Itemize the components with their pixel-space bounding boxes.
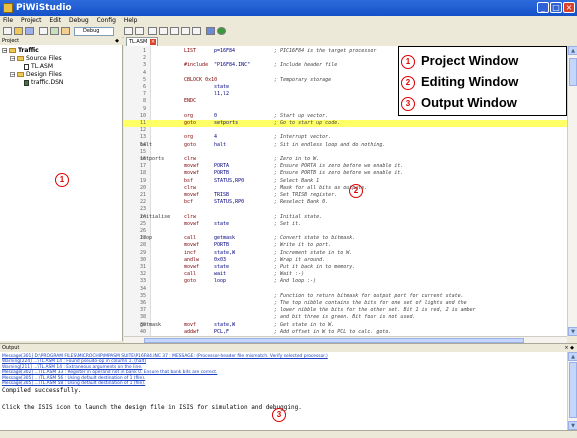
title-bar: PiWiStudio _ □ × bbox=[0, 0, 577, 16]
marker-output: 3 bbox=[272, 408, 286, 422]
file-icon bbox=[24, 63, 29, 70]
output-panel: Message[301] D:\PROGRAM FILES\MICROCHIP\… bbox=[0, 352, 567, 430]
tab-close-icon[interactable]: × bbox=[150, 39, 156, 45]
close-output-icon[interactable]: × ◆ bbox=[564, 344, 574, 352]
menu-config[interactable]: Config bbox=[94, 17, 119, 24]
pin-icon[interactable]: ◆ bbox=[115, 37, 119, 45]
tree-item-source-files[interactable]: − Source Files bbox=[10, 55, 62, 62]
design-file-icon bbox=[24, 79, 29, 86]
config-select[interactable]: Debug bbox=[74, 27, 114, 36]
cut-icon[interactable] bbox=[170, 27, 179, 35]
rebuild-icon[interactable] bbox=[50, 27, 59, 35]
editor-vertical-scrollbar[interactable]: ▲ ▼ bbox=[567, 46, 577, 336]
code-comment: ; Add offset in W to PCL to calc. goto. bbox=[274, 328, 392, 335]
folder-icon bbox=[17, 72, 24, 77]
redo-icon[interactable] bbox=[159, 27, 168, 35]
maximize-button[interactable]: □ bbox=[550, 2, 562, 13]
project-panel-title: Project bbox=[2, 38, 20, 44]
scroll-up-icon[interactable]: ▲ bbox=[568, 46, 577, 55]
line-number: 40 bbox=[139, 328, 146, 335]
open-folder-icon[interactable] bbox=[14, 27, 23, 35]
output-panel-title: Output bbox=[2, 345, 20, 351]
new-file-icon[interactable] bbox=[3, 27, 12, 35]
project-panel: − Traffic − Source Files TL.ASM − Design Fi… bbox=[0, 45, 123, 341]
scroll-down-icon[interactable]: ▼ bbox=[568, 421, 577, 430]
help-icon[interactable] bbox=[217, 27, 226, 35]
code-operands: PCL,F bbox=[214, 328, 230, 335]
legend-output-window: 3 Output Window bbox=[401, 94, 517, 112]
tree-item-traffic[interactable]: − Traffic bbox=[2, 47, 39, 54]
scroll-thumb[interactable] bbox=[569, 58, 577, 86]
menu-edit[interactable]: Edit bbox=[46, 17, 64, 24]
window-title: PiWiStudio bbox=[16, 3, 72, 13]
tree-item-traffic-dsn[interactable]: traffic.DSN bbox=[24, 79, 63, 86]
new-doc-icon[interactable] bbox=[124, 27, 133, 35]
build-icon[interactable] bbox=[39, 27, 48, 35]
isis-icon[interactable] bbox=[61, 27, 70, 35]
scroll-down-icon[interactable]: ▼ bbox=[568, 327, 577, 336]
minimize-button[interactable]: _ bbox=[537, 2, 549, 13]
menu-project[interactable]: Project bbox=[18, 17, 45, 24]
tab-tl-asm[interactable]: TL.ASM × bbox=[126, 37, 158, 46]
app-icon bbox=[3, 3, 13, 13]
copy-icon[interactable] bbox=[181, 27, 190, 35]
output-message[interactable]: Message[305] ...\TL.ASM 58 : Using defau… bbox=[2, 381, 145, 386]
tree-item-design-files[interactable]: − Design Files bbox=[10, 71, 62, 78]
legend-editing-window: 2 Editing Window bbox=[401, 73, 518, 91]
marker-editor: 2 bbox=[349, 184, 363, 198]
window-legend: 1 Project Window 2 Editing Window 3 Output … bbox=[398, 46, 567, 116]
find-icon[interactable] bbox=[206, 27, 215, 35]
tree-item-tl-asm[interactable]: TL.ASM bbox=[24, 63, 53, 70]
scroll-up-icon[interactable]: ▲ bbox=[568, 352, 577, 361]
save-icon[interactable] bbox=[25, 27, 34, 35]
output-vertical-scrollbar[interactable]: ▲ ▼ bbox=[567, 352, 577, 430]
tab-label: TL.ASM bbox=[129, 39, 148, 45]
menu-help[interactable]: Help bbox=[121, 17, 141, 24]
open-doc-icon[interactable] bbox=[135, 27, 144, 35]
collapse-icon[interactable]: − bbox=[10, 56, 15, 62]
folder-icon bbox=[9, 48, 16, 53]
paste-icon[interactable] bbox=[192, 27, 201, 35]
build-status: Compiled successfully. bbox=[2, 387, 82, 394]
menu-debug[interactable]: Debug bbox=[66, 17, 92, 24]
menu-bar: File Project Edit Debug Config Help bbox=[0, 16, 577, 26]
code-line[interactable]: 40 addwf PCL,F ; Add offset in W to PCL to … bbox=[124, 329, 567, 336]
scroll-thumb[interactable] bbox=[569, 362, 577, 418]
menu-file[interactable]: File bbox=[0, 17, 16, 24]
marker-project: 1 bbox=[55, 173, 69, 187]
output-hint: Click the ISIS icon to launch the design… bbox=[2, 404, 302, 411]
legend-project-window: 1 Project Window bbox=[401, 52, 518, 70]
undo-icon[interactable] bbox=[148, 27, 157, 35]
collapse-icon[interactable]: − bbox=[10, 72, 15, 78]
folder-icon bbox=[17, 56, 24, 61]
collapse-icon[interactable]: − bbox=[2, 48, 7, 54]
editor-tabstrip bbox=[124, 37, 577, 46]
close-button[interactable]: × bbox=[563, 2, 575, 13]
code-opcode: addwf bbox=[184, 328, 200, 335]
